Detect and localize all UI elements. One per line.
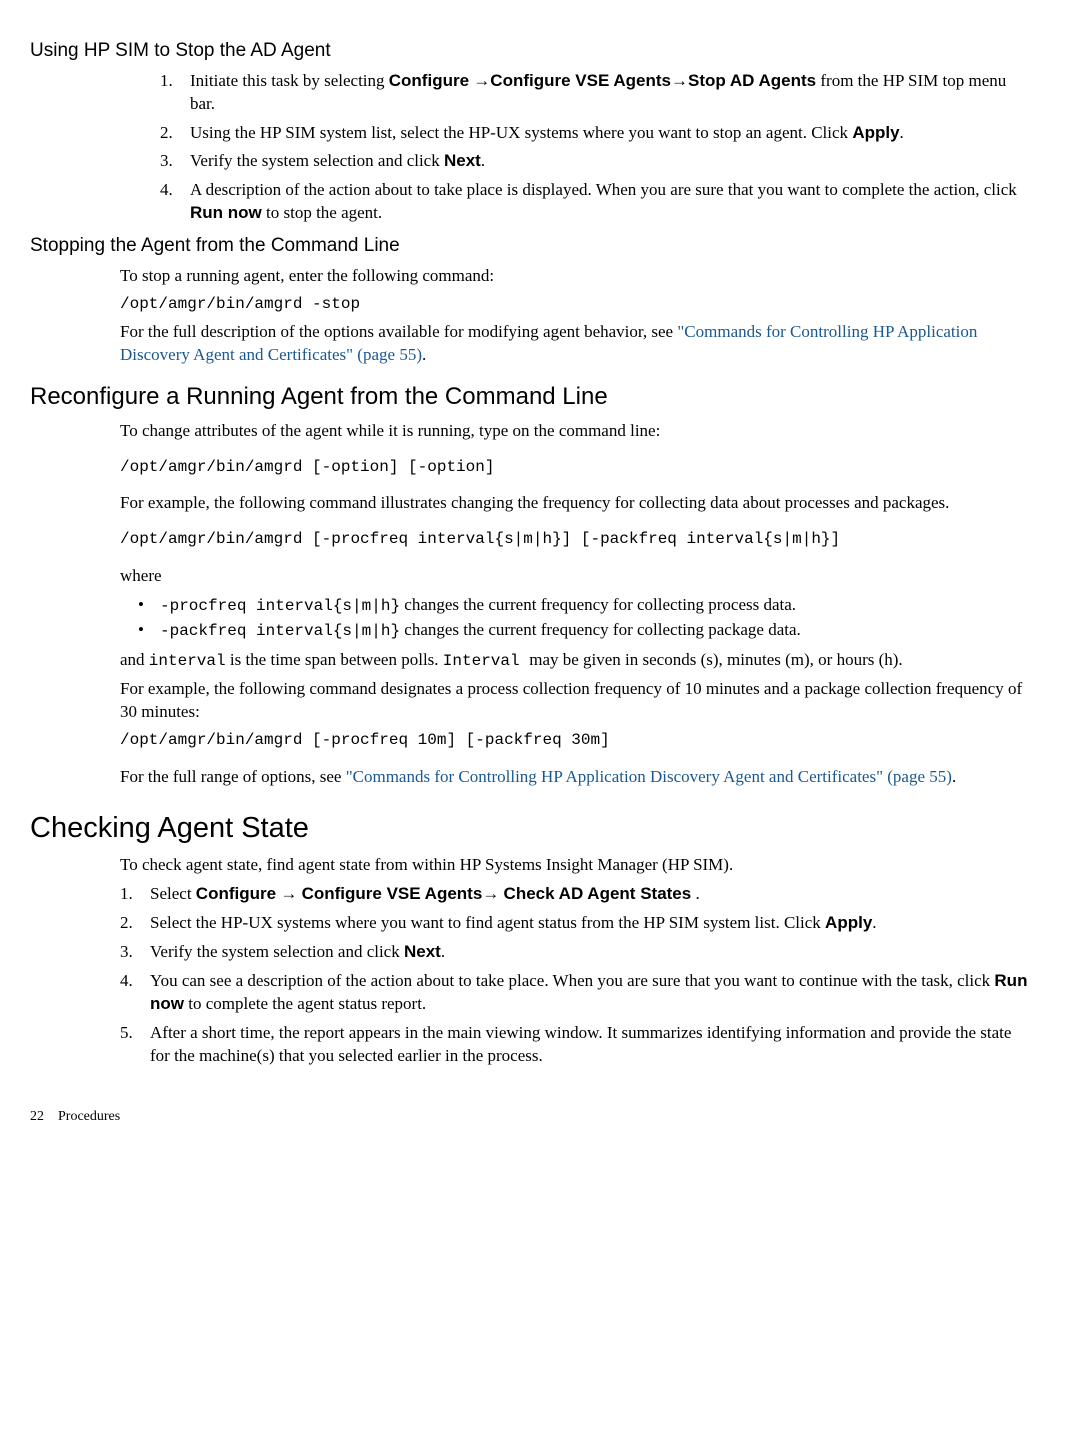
list-text: You can see a description of the action …	[150, 970, 1030, 1016]
list-item: 3. Verify the system selection and click…	[120, 941, 1030, 964]
command-text: /opt/amgr/bin/amgrd [-procfreq 10m] [-pa…	[120, 730, 1030, 752]
list-number: 3.	[120, 941, 150, 964]
list-number: 4.	[120, 970, 150, 1016]
list-number: 4.	[160, 179, 190, 225]
paragraph: where	[120, 565, 1030, 588]
command-text: /opt/amgr/bin/amgrd [-option] [-option]	[120, 457, 1030, 479]
ordered-list-check-state: 1. Select Configure → Configure VSE Agen…	[120, 883, 1030, 1068]
list-number: 1.	[160, 70, 190, 116]
list-text: Initiate this task by selecting Configur…	[190, 70, 1030, 116]
ordered-list-sim-stop: 1. Initiate this task by selecting Confi…	[160, 70, 1030, 226]
list-item: 2. Using the HP SIM system list, select …	[160, 122, 1030, 145]
list-text: -packfreq interval{s|m|h} changes the cu…	[160, 619, 801, 643]
page-footer: 22 Procedures	[30, 1108, 1030, 1127]
list-item: 1. Select Configure → Configure VSE Agen…	[120, 883, 1030, 906]
command-text: /opt/amgr/bin/amgrd [-procfreq interval{…	[120, 529, 1030, 551]
list-text: Verify the system selection and click Ne…	[150, 941, 445, 964]
list-item: 2. Select the HP-UX systems where you wa…	[120, 912, 1030, 935]
bullet-list: • -procfreq interval{s|m|h} changes the …	[138, 594, 1030, 643]
paragraph: To change attributes of the agent while …	[120, 420, 1030, 443]
list-text: -procfreq interval{s|m|h} changes the cu…	[160, 594, 796, 618]
list-text: After a short time, the report appears i…	[150, 1022, 1030, 1068]
list-item: 1. Initiate this task by selecting Confi…	[160, 70, 1030, 116]
list-number: 2.	[160, 122, 190, 145]
bullet-icon: •	[138, 619, 160, 643]
list-text: Using the HP SIM system list, select the…	[190, 122, 904, 145]
heading-sim-stop: Using HP SIM to Stop the AD Agent	[30, 38, 1030, 64]
list-number: 5.	[120, 1022, 150, 1068]
paragraph: For the full description of the options …	[120, 321, 1030, 367]
bullet-icon: •	[138, 594, 160, 618]
list-text: Select the HP-UX systems where you want …	[150, 912, 877, 935]
list-item: • -procfreq interval{s|m|h} changes the …	[138, 594, 1030, 618]
paragraph: To check agent state, find agent state f…	[120, 854, 1030, 877]
footer-label: Procedures	[58, 1109, 120, 1124]
heading-cmd-stop: Stopping the Agent from the Command Line	[30, 233, 1030, 259]
list-item: 5. After a short time, the report appear…	[120, 1022, 1030, 1068]
list-item: 3. Verify the system selection and click…	[160, 150, 1030, 173]
list-item: 4. A description of the action about to …	[160, 179, 1030, 225]
list-text: Verify the system selection and click Ne…	[190, 150, 485, 173]
paragraph: For the full range of options, see "Comm…	[120, 766, 1030, 789]
list-number: 3.	[160, 150, 190, 173]
page-number: 22	[30, 1109, 44, 1124]
list-item: • -packfreq interval{s|m|h} changes the …	[138, 619, 1030, 643]
paragraph: For example, the following command desig…	[120, 678, 1030, 724]
list-text: Select Configure → Configure VSE Agents→…	[150, 883, 700, 906]
paragraph: To stop a running agent, enter the follo…	[120, 265, 1030, 288]
heading-checking-state: Checking Agent State	[30, 809, 1030, 848]
paragraph: For example, the following command illus…	[120, 492, 1030, 515]
list-number: 2.	[120, 912, 150, 935]
cross-reference-link[interactable]: "Commands for Controlling HP Application…	[346, 767, 952, 786]
list-item: 4. You can see a description of the acti…	[120, 970, 1030, 1016]
heading-reconfigure: Reconfigure a Running Agent from the Com…	[30, 381, 1030, 413]
list-text: A description of the action about to tak…	[190, 179, 1030, 225]
list-number: 1.	[120, 883, 150, 906]
paragraph: and interval is the time span between po…	[120, 649, 1030, 673]
command-text: /opt/amgr/bin/amgrd -stop	[120, 294, 1030, 316]
